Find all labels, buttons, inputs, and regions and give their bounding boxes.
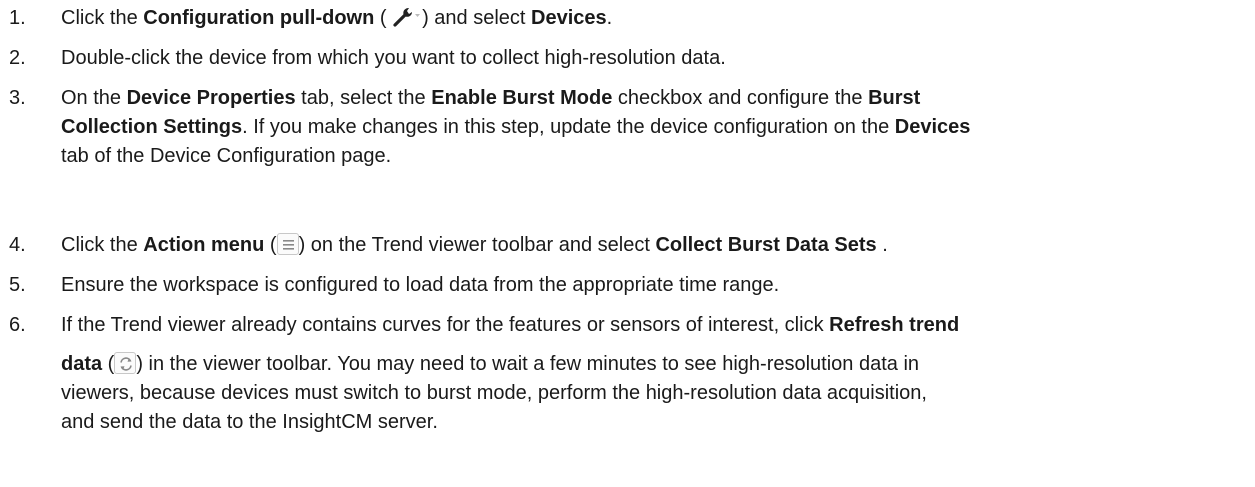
step-text: Double-click the device from which you w… — [61, 47, 726, 69]
step-number: 1. — [9, 7, 26, 29]
step-number: 3. — [9, 87, 26, 109]
hamburger-menu-icon — [276, 233, 299, 255]
burst-label: Burst — [868, 87, 921, 109]
refresh-trend-data-label: data — [61, 353, 103, 375]
configuration-pulldown-label: Configuration pull-down — [143, 7, 375, 29]
step-text: Ensure the workspace is configured to lo… — [61, 274, 780, 296]
step-text: Click the Configuration pull-down ( ) an… — [61, 6, 613, 29]
devices-label: Devices — [531, 7, 607, 29]
step-text: If the Trend viewer already contains cur… — [61, 314, 960, 433]
step-number: 5. — [9, 274, 26, 296]
step-number: 6. — [9, 314, 26, 336]
step-text: On the Device Properties tab, select the… — [61, 87, 971, 167]
enable-burst-mode-label: Enable Burst Mode — [431, 87, 613, 109]
step-number: 2. — [9, 47, 26, 69]
collection-settings-label: Collection Settings — [61, 116, 243, 138]
devices-label: Devices — [894, 116, 971, 138]
device-properties-label: Device Properties — [126, 87, 296, 109]
collect-burst-data-sets-label: Collect Burst Data Sets — [655, 234, 877, 256]
step-number: 4. — [9, 234, 26, 256]
procedure-steps: 1. Click the Configuration pull-down ( )… — [0, 0, 1255, 487]
refresh-icon — [114, 352, 137, 374]
wrench-icon — [392, 6, 422, 28]
action-menu-label: Action menu — [143, 234, 265, 256]
refresh-trend-label: Refresh trend — [829, 314, 960, 336]
step-text: Click the Action menu ( ) on the Trend v… — [61, 233, 888, 256]
